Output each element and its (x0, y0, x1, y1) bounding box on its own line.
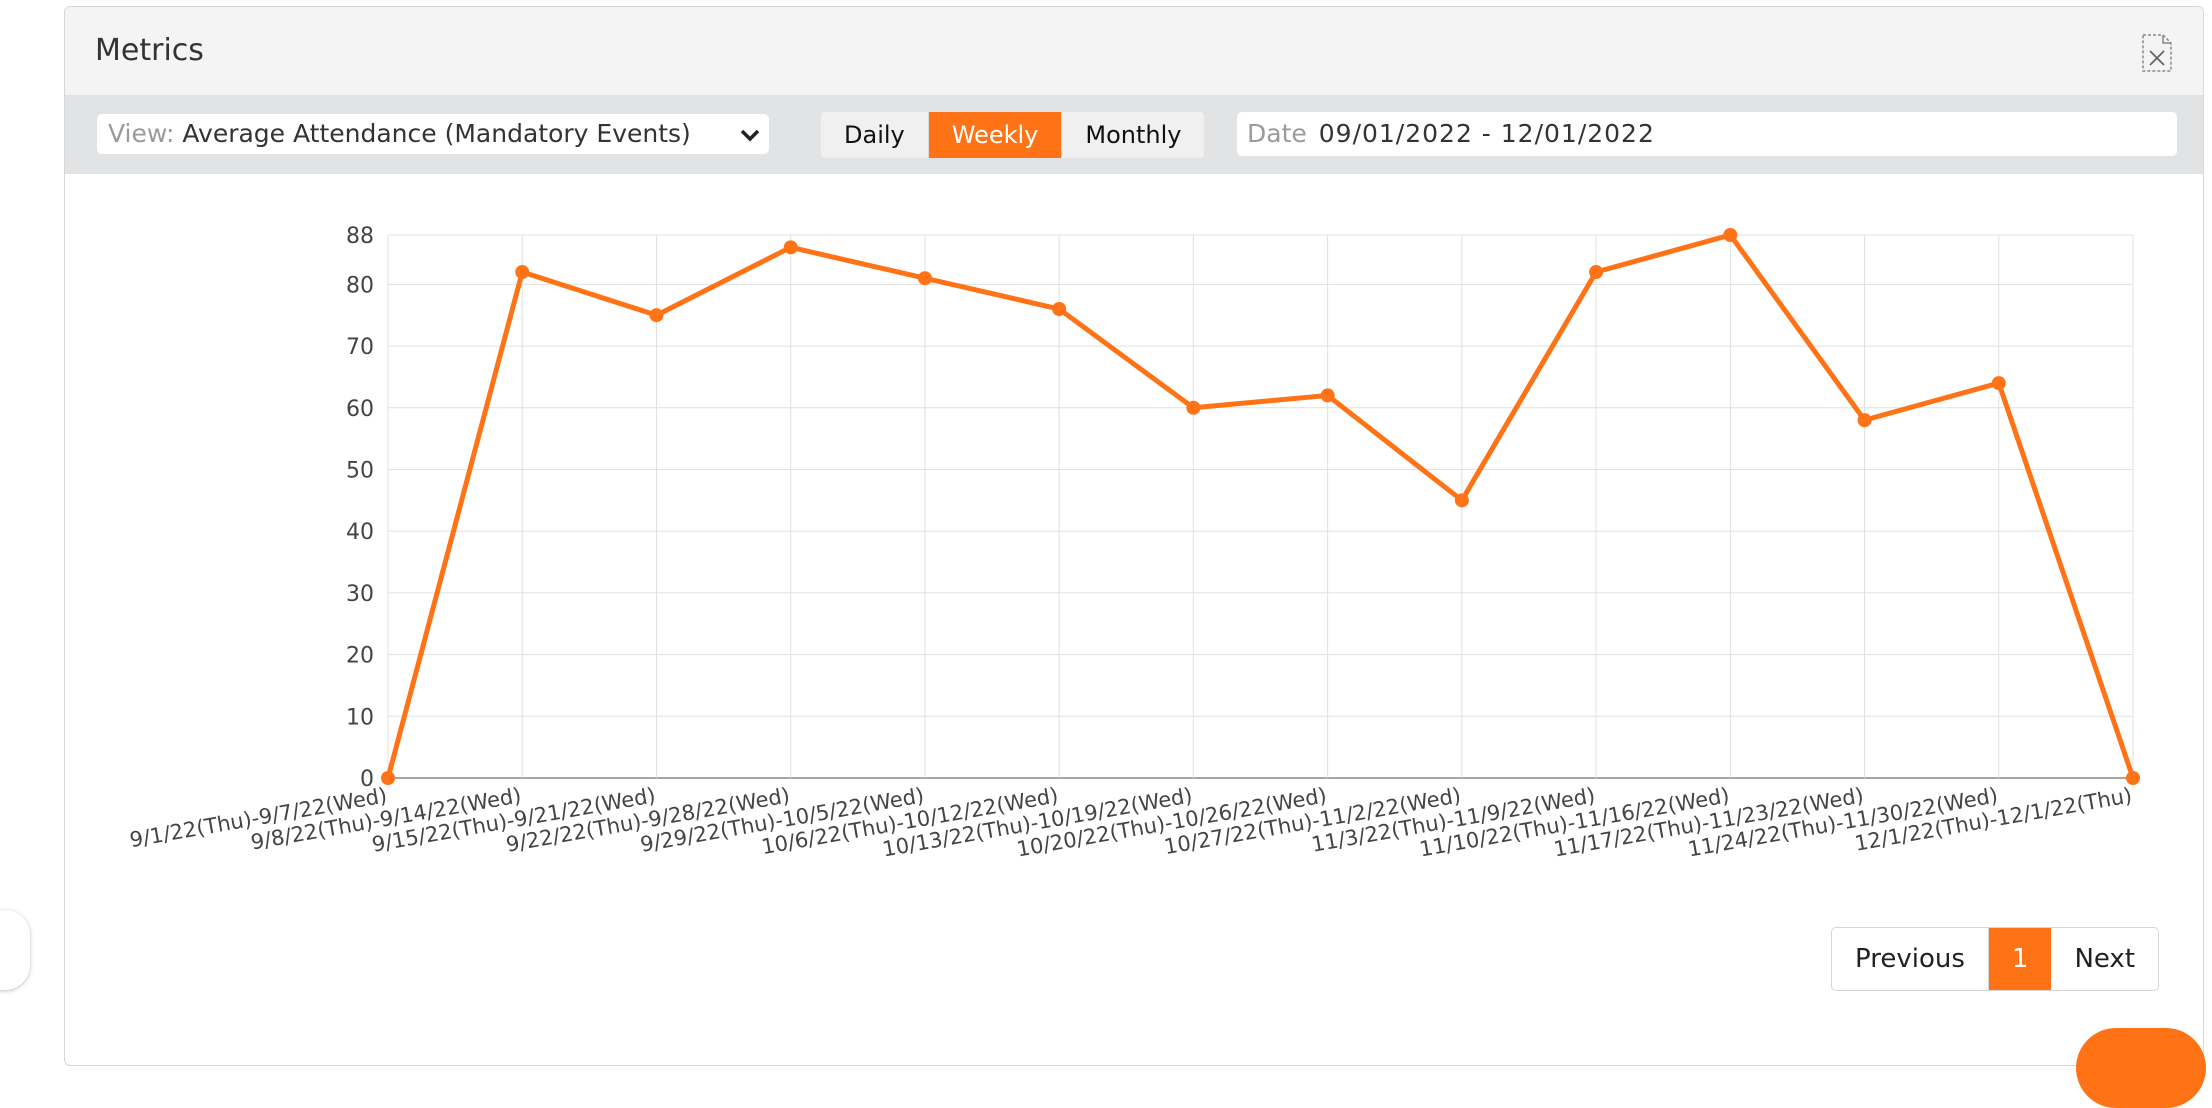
data-point (1857, 413, 1872, 428)
y-tick-label: 50 (346, 458, 374, 483)
page-1-button[interactable]: 1 (1988, 928, 2052, 990)
data-point (1589, 265, 1604, 280)
view-select[interactable]: View: Average Attendance (Mandatory Event… (97, 114, 769, 154)
data-point (1454, 493, 1469, 508)
data-point (1052, 302, 1067, 317)
data-point (515, 265, 530, 280)
next-page-button[interactable]: Next (2051, 928, 2158, 990)
y-tick-label: 88 (346, 224, 374, 249)
y-tick-label: 20 (346, 644, 374, 669)
previous-page-button[interactable]: Previous (1832, 928, 1989, 990)
y-tick-label: 40 (346, 520, 374, 545)
data-point (783, 240, 798, 255)
data-point (381, 771, 395, 785)
y-tick-label: 80 (346, 273, 374, 298)
date-value: 09/01/2022 - 12/01/2022 (1318, 119, 1655, 148)
data-point (1320, 388, 1335, 403)
pagination: Previous 1 Next (1831, 927, 2160, 991)
toolbar: View: Average Attendance (Mandatory Event… (65, 96, 2203, 174)
panel-header: Metrics (65, 7, 2203, 96)
data-point (1723, 228, 1738, 242)
chevron-down-icon (740, 129, 760, 142)
y-tick-label: 60 (346, 397, 374, 422)
view-label: View: (108, 119, 175, 148)
side-drawer-handle[interactable] (0, 910, 30, 990)
period-toggle: Daily Weekly Monthly (821, 112, 1205, 158)
period-monthly-button[interactable]: Monthly (1062, 112, 1205, 158)
data-point (1991, 376, 2006, 391)
y-tick-label: 30 (346, 582, 374, 607)
attendance-line-chart: 01020304050607080889/1/22(Thu)-9/7/22(We… (128, 224, 2140, 861)
y-tick-label: 10 (346, 705, 374, 730)
date-label: Date (1247, 119, 1307, 148)
y-tick-label: 70 (346, 335, 374, 360)
floating-action-button[interactable] (2076, 1028, 2206, 1108)
data-point (917, 271, 932, 286)
excel-export-icon[interactable] (2137, 33, 2177, 73)
date-range-field[interactable]: Date 09/01/2022 - 12/01/2022 (1237, 112, 2177, 156)
data-point (1186, 400, 1201, 415)
view-value: Average Attendance (Mandatory Events) (182, 119, 691, 148)
data-point (649, 308, 664, 323)
period-daily-button[interactable]: Daily (821, 112, 929, 158)
page-title: Metrics (95, 33, 204, 68)
data-point (2126, 771, 2140, 785)
period-weekly-button[interactable]: Weekly (928, 112, 1063, 158)
metrics-panel: Metrics View: Average Attendance (Mandato… (64, 6, 2204, 1066)
